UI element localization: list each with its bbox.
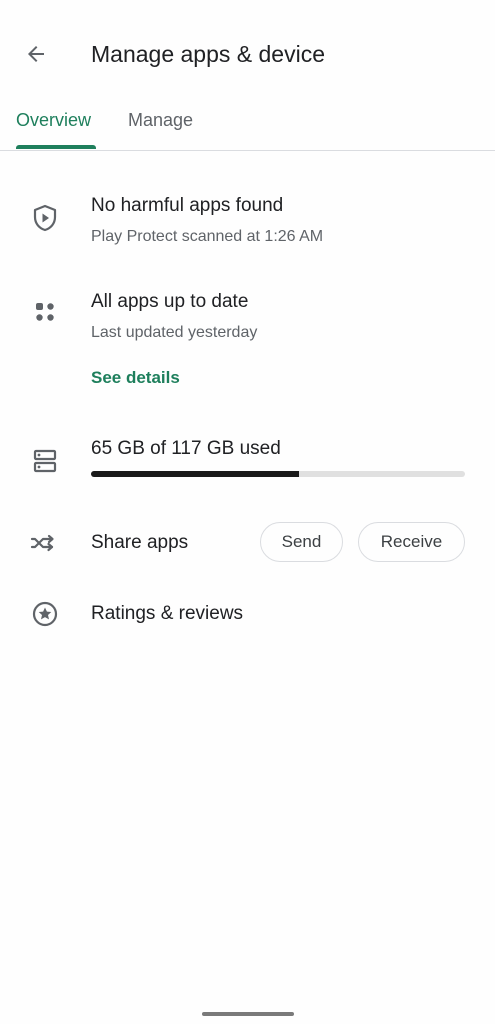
storage-label[interactable]: 65 GB of 117 GB used	[91, 436, 281, 462]
gesture-nav-handle[interactable]	[202, 1012, 294, 1016]
back-button[interactable]	[16, 34, 56, 74]
tab-manage[interactable]: Manage	[128, 108, 193, 132]
page-title: Manage apps & device	[91, 41, 325, 67]
top-app-bar: Manage apps & device	[0, 0, 495, 100]
star-circle-icon	[30, 599, 60, 629]
storage-progress-fill	[91, 471, 299, 477]
share-apps-icon	[30, 528, 60, 558]
storage-icon	[30, 446, 60, 476]
storage-progress-bar	[91, 471, 465, 477]
tab-selected-indicator	[16, 145, 96, 149]
tab-bar: Overview Manage	[0, 100, 495, 151]
share-apps-label[interactable]: Share apps	[91, 530, 188, 556]
apps-grid-icon	[30, 297, 60, 327]
ratings-reviews-label[interactable]: Ratings & reviews	[91, 601, 243, 627]
protect-subtitle: Play Protect scanned at 1:26 AM	[91, 228, 324, 245]
updates-title[interactable]: All apps up to date	[91, 289, 248, 315]
send-button[interactable]: Send	[260, 522, 343, 562]
tab-overview[interactable]: Overview	[16, 108, 91, 132]
see-details-link[interactable]: See details	[91, 366, 180, 390]
arrow-back-icon	[28, 46, 44, 62]
updates-subtitle: Last updated yesterday	[91, 324, 258, 341]
shield-play-icon	[30, 203, 60, 233]
protect-title[interactable]: No harmful apps found	[91, 193, 283, 219]
receive-button[interactable]: Receive	[358, 522, 465, 562]
